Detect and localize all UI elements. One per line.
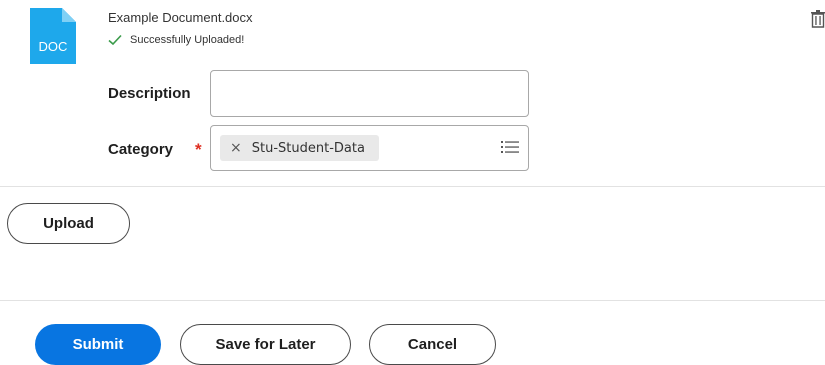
category-select[interactable]: × Stu-Student-Data [210,125,529,171]
description-input[interactable] [210,70,529,117]
divider [0,186,825,187]
category-pill-label: Stu-Student-Data [251,140,365,156]
trash-icon[interactable] [811,10,825,28]
required-indicator: * [195,140,202,159]
remove-category-icon[interactable]: × [230,140,242,156]
list-prompt-icon[interactable] [501,140,519,154]
doc-file-icon: DOC [30,8,76,64]
file-name: Example Document.docx [108,10,253,25]
cancel-button[interactable]: Cancel [369,324,496,365]
category-pill: × Stu-Student-Data [220,135,379,161]
category-label: Category [108,141,174,158]
upload-status: Successfully Uploaded! [108,34,244,46]
check-icon [108,34,122,46]
save-for-later-button[interactable]: Save for Later [180,324,351,365]
divider [0,300,825,301]
upload-button[interactable]: Upload [7,203,130,244]
submit-button[interactable]: Submit [35,324,161,365]
upload-status-text: Successfully Uploaded! [130,34,245,46]
description-label: Description [108,85,191,102]
doc-icon-label: DOC [39,39,68,54]
